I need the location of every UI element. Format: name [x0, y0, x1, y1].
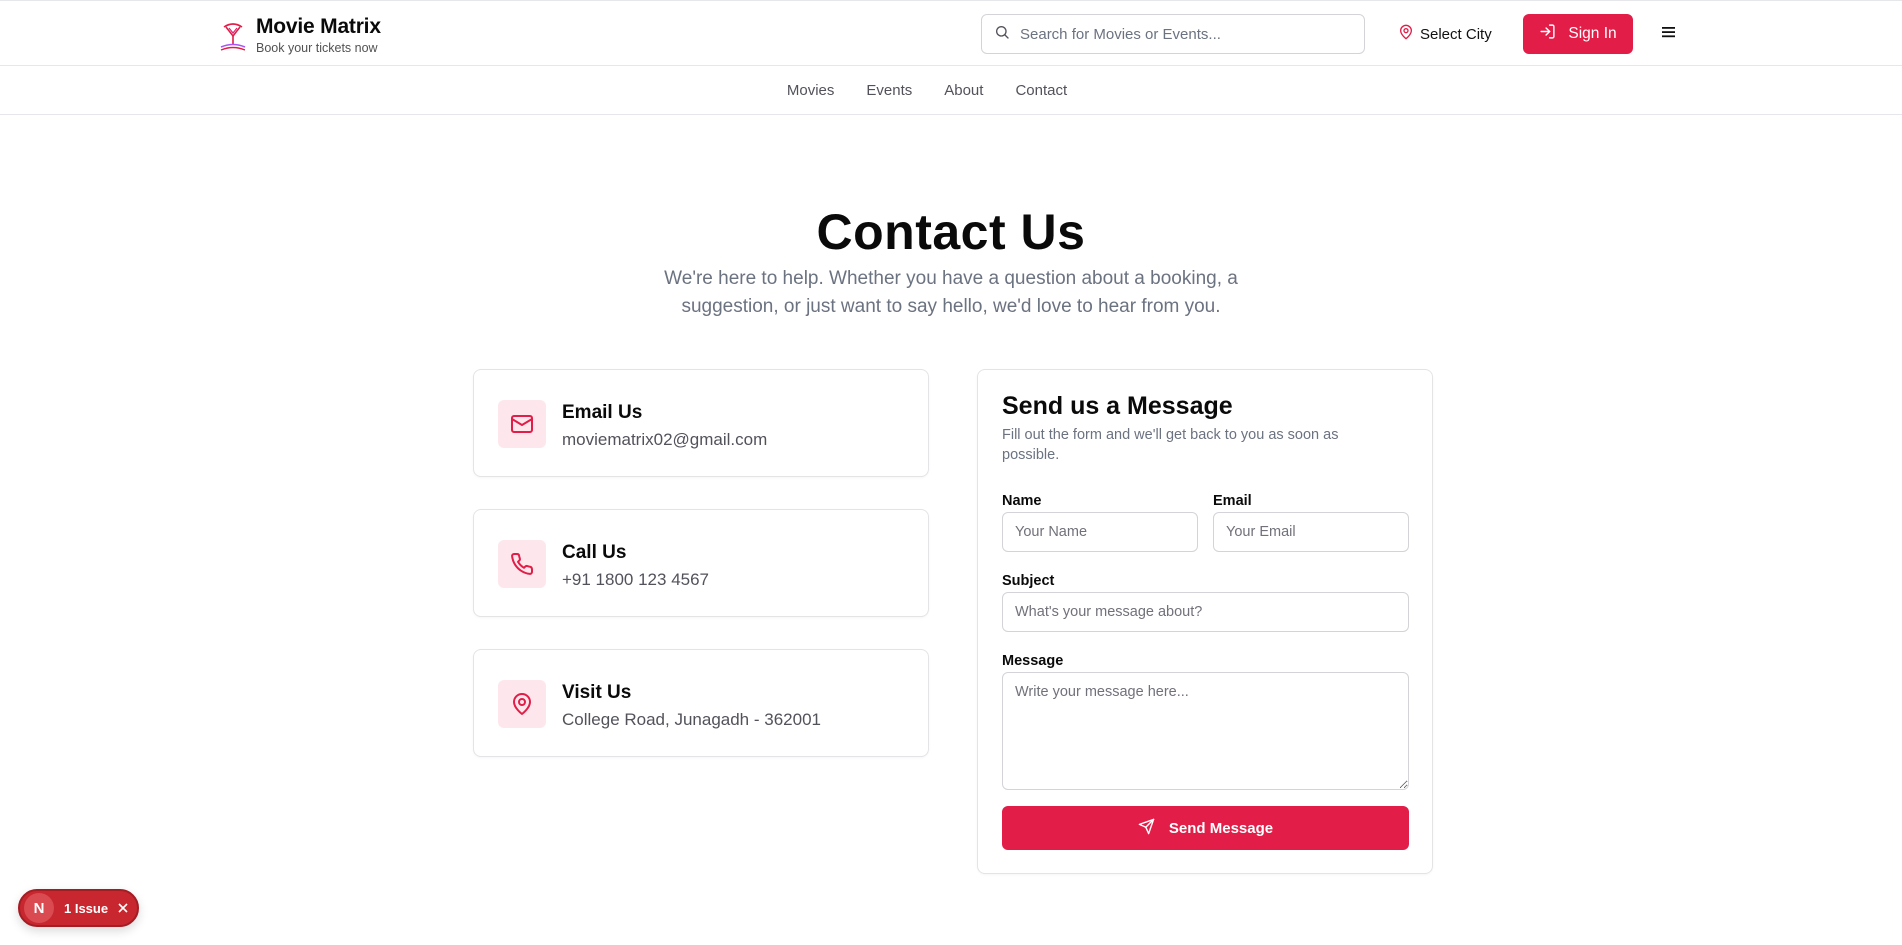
brand-name: Movie Matrix	[256, 15, 381, 38]
nav-item-contact[interactable]: Contact	[1015, 82, 1067, 99]
issues-indicator[interactable]: N 1 Issue	[18, 889, 139, 927]
name-field[interactable]	[1002, 512, 1198, 552]
mail-icon	[498, 400, 546, 448]
name-label: Name	[1002, 493, 1042, 509]
brand-tagline: Book your tickets now	[256, 41, 378, 55]
subject-label: Subject	[1002, 573, 1055, 589]
phone-card-value: +91 1800 123 4567	[562, 570, 710, 589]
phone-card: Call Us +91 1800 123 4567	[473, 509, 929, 617]
select-city-label: Select City	[1420, 25, 1492, 43]
email-card: Email Us moviematrix02@gmail.com	[473, 369, 929, 477]
form-description: Fill out the form and we'll get back to …	[1002, 427, 1339, 463]
issues-count-label: 1 Issue	[64, 900, 109, 916]
sign-in-button[interactable]: Sign In	[1523, 14, 1633, 54]
page-subtitle: We're here to help. Whether you have a q…	[664, 268, 1238, 317]
sign-in-label: Sign In	[1568, 25, 1617, 42]
send-icon	[1138, 818, 1155, 839]
select-city-button[interactable]: Select City	[1398, 21, 1492, 47]
map-pin-icon	[498, 680, 546, 728]
brand-logo[interactable]: Movie Matrix Book your tickets now	[218, 15, 381, 56]
phone-card-title: Call Us	[562, 542, 627, 563]
log-in-icon	[1539, 23, 1556, 45]
email-card-value: moviematrix02@gmail.com	[562, 430, 768, 449]
page-title: Contact Us	[816, 204, 1086, 260]
message-label: Message	[1002, 653, 1064, 669]
search-icon	[994, 24, 1010, 45]
search-box[interactable]	[981, 14, 1365, 54]
main-nav: Movies Events About Contact	[0, 66, 1902, 115]
nextjs-logo-icon: N	[24, 893, 54, 923]
map-pin-icon	[1398, 24, 1414, 44]
nav-item-about[interactable]: About	[944, 82, 983, 99]
hamburger-menu-icon	[1661, 25, 1677, 44]
address-card: Visit Us College Road, Junagadh - 362001	[473, 649, 929, 757]
send-message-button[interactable]: Send Message	[1002, 806, 1409, 850]
address-card-title: Visit Us	[562, 682, 632, 703]
form-title: Send us a Message	[1002, 392, 1233, 420]
address-card-value: College Road, Junagadh - 362001	[562, 710, 821, 729]
email-label: Email	[1213, 493, 1252, 509]
phone-icon	[498, 540, 546, 588]
email-field[interactable]	[1213, 512, 1409, 552]
nav-item-movies[interactable]: Movies	[787, 82, 835, 99]
send-message-label: Send Message	[1168, 819, 1274, 837]
menu-button[interactable]	[1656, 21, 1682, 47]
nav-item-events[interactable]: Events	[866, 82, 912, 99]
email-card-title: Email Us	[562, 402, 643, 423]
search-input[interactable]	[1020, 25, 1340, 43]
contact-form-card: Send us a Message Fill out the form and …	[977, 369, 1433, 874]
top-header: Movie Matrix Book your tickets now Selec…	[0, 0, 1902, 66]
movie-matrix-logo-icon	[218, 18, 248, 54]
subject-field[interactable]	[1002, 592, 1409, 632]
close-icon[interactable]	[117, 902, 129, 914]
message-field[interactable]	[1002, 672, 1409, 790]
